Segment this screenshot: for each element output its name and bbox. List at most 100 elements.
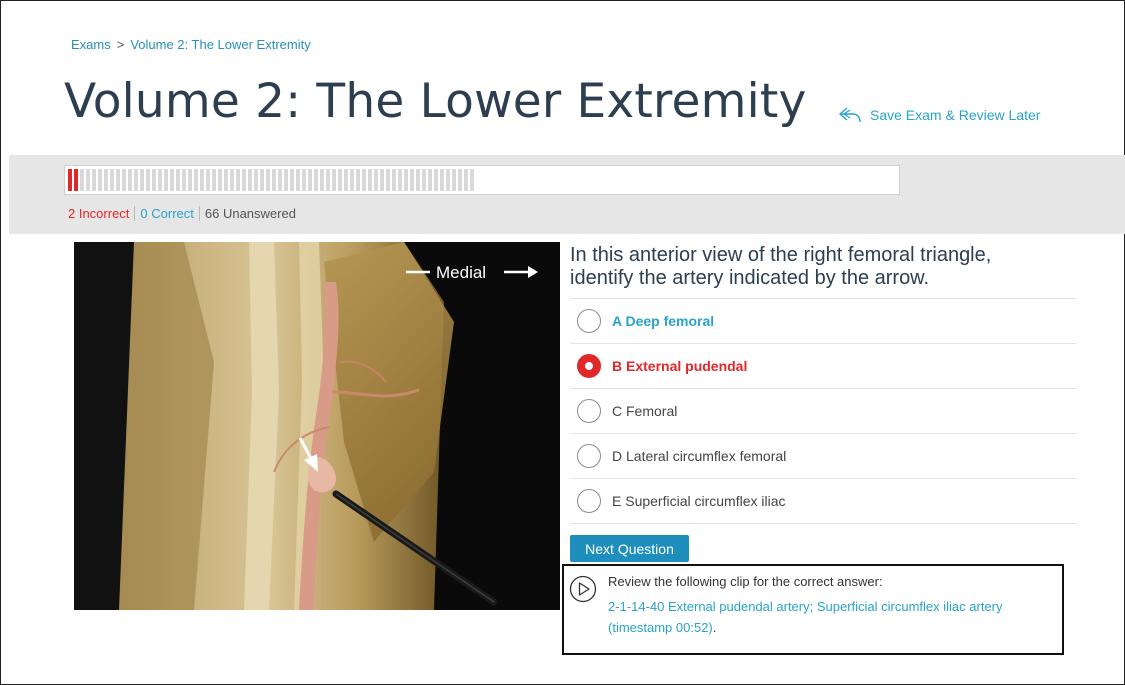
radio-button[interactable]: [577, 309, 601, 333]
progress-tick: [260, 169, 264, 191]
save-exam-link[interactable]: Save Exam & Review Later: [838, 106, 1040, 124]
progress-tick: [188, 169, 192, 191]
progress-tick: [104, 169, 108, 191]
progress-tick: [200, 169, 204, 191]
progress-tick: [464, 169, 468, 191]
score-summary: 2 Incorrect 0 Correct 66 Unanswered: [68, 206, 301, 221]
breadcrumb-current-link[interactable]: Volume 2: The Lower Extremity: [130, 37, 310, 52]
progress-tick: [134, 169, 138, 191]
answer-option-label: C Femoral: [612, 403, 678, 419]
progress-tick: [434, 169, 438, 191]
progress-tick: [458, 169, 462, 191]
progress-tick: [68, 169, 72, 191]
radio-button[interactable]: [577, 489, 601, 513]
answer-options: A Deep femoral B External pudendal C Femor…: [570, 298, 1076, 524]
progress-tick: [116, 169, 120, 191]
reply-arrow-icon: [839, 107, 861, 123]
progress-tick: [380, 169, 384, 191]
progress-tick: [254, 169, 258, 191]
progress-tick: [98, 169, 102, 191]
progress-tick: [182, 169, 186, 191]
progress-tick: [440, 169, 444, 191]
progress-tick: [470, 169, 474, 191]
review-clip-link[interactable]: 2-1-14-40 External pudendal artery; Supe…: [608, 599, 1003, 635]
progress-bar: [64, 165, 900, 195]
progress-tick: [344, 169, 348, 191]
answer-option[interactable]: D Lateral circumflex femoral: [570, 433, 1076, 478]
radio-button[interactable]: [577, 444, 601, 468]
progress-tick: [278, 169, 282, 191]
anatomy-photo: Medial: [74, 242, 560, 610]
progress-tick: [302, 169, 306, 191]
review-clip-period: .: [712, 620, 717, 635]
progress-tick: [386, 169, 390, 191]
progress-tick: [308, 169, 312, 191]
answer-option-label: D Lateral circumflex femoral: [612, 448, 787, 464]
review-clip: 2-1-14-40 External pudendal artery; Supe…: [608, 596, 1058, 638]
progress-tick: [176, 169, 180, 191]
progress-tick: [80, 169, 84, 191]
next-question-button[interactable]: Next Question: [570, 535, 689, 562]
answer-option[interactable]: B External pudendal: [570, 343, 1076, 388]
progress-tick: [212, 169, 216, 191]
answer-option-label: E Superficial circumflex iliac: [612, 493, 786, 509]
progress-tick: [326, 169, 330, 191]
progress-tick: [248, 169, 252, 191]
progress-tick: [164, 169, 168, 191]
progress-tick: [374, 169, 378, 191]
progress-ticks: [68, 169, 474, 191]
progress-tick: [296, 169, 300, 191]
progress-tick: [398, 169, 402, 191]
progress-tick: [332, 169, 336, 191]
incorrect-count: 2 Incorrect: [68, 206, 136, 221]
progress-tick: [452, 169, 456, 191]
image-overlay-label: Medial: [436, 263, 486, 282]
progress-tick: [128, 169, 132, 191]
progress-tick: [206, 169, 210, 191]
correct-count: 0 Correct: [135, 206, 200, 221]
progress-tick: [446, 169, 450, 191]
progress-tick: [242, 169, 246, 191]
progress-tick: [74, 169, 78, 191]
progress-tick: [272, 169, 276, 191]
answer-option[interactable]: C Femoral: [570, 388, 1076, 433]
progress-tick: [350, 169, 354, 191]
progress-tick: [194, 169, 198, 191]
progress-tick: [266, 169, 270, 191]
progress-tick: [152, 169, 156, 191]
progress-tick: [284, 169, 288, 191]
progress-tick: [224, 169, 228, 191]
progress-tick: [368, 169, 372, 191]
progress-tick: [338, 169, 342, 191]
answer-option[interactable]: E Superficial circumflex iliac: [570, 478, 1076, 523]
progress-tick: [122, 169, 126, 191]
progress-tick: [92, 169, 96, 191]
progress-tick: [410, 169, 414, 191]
breadcrumb-separator: >: [116, 37, 125, 52]
progress-tick: [146, 169, 150, 191]
progress-tick: [236, 169, 240, 191]
radio-button[interactable]: [577, 354, 601, 378]
progress-tick: [170, 169, 174, 191]
answer-option[interactable]: A Deep femoral: [570, 298, 1076, 343]
progress-tick: [362, 169, 366, 191]
breadcrumb: Exams > Volume 2: The Lower Extremity: [71, 37, 311, 52]
breadcrumb-exams-link[interactable]: Exams: [71, 37, 111, 52]
progress-tick: [356, 169, 360, 191]
progress-tick: [416, 169, 420, 191]
progress-tick: [230, 169, 234, 191]
progress-tick: [86, 169, 90, 191]
save-exam-label: Save Exam & Review Later: [870, 107, 1041, 123]
answer-option-label: A Deep femoral: [612, 313, 715, 329]
play-circle-icon[interactable]: [569, 575, 597, 603]
progress-tick: [320, 169, 324, 191]
progress-tick: [404, 169, 408, 191]
options-divider: [570, 523, 1076, 524]
radio-button[interactable]: [577, 399, 601, 423]
progress-tick: [218, 169, 222, 191]
progress-tick: [422, 169, 426, 191]
progress-tick: [392, 169, 396, 191]
review-clip-box: Review the following clip for the correc…: [562, 564, 1064, 655]
question-text: In this anterior view of the right femor…: [570, 244, 992, 289]
progress-tick: [110, 169, 114, 191]
